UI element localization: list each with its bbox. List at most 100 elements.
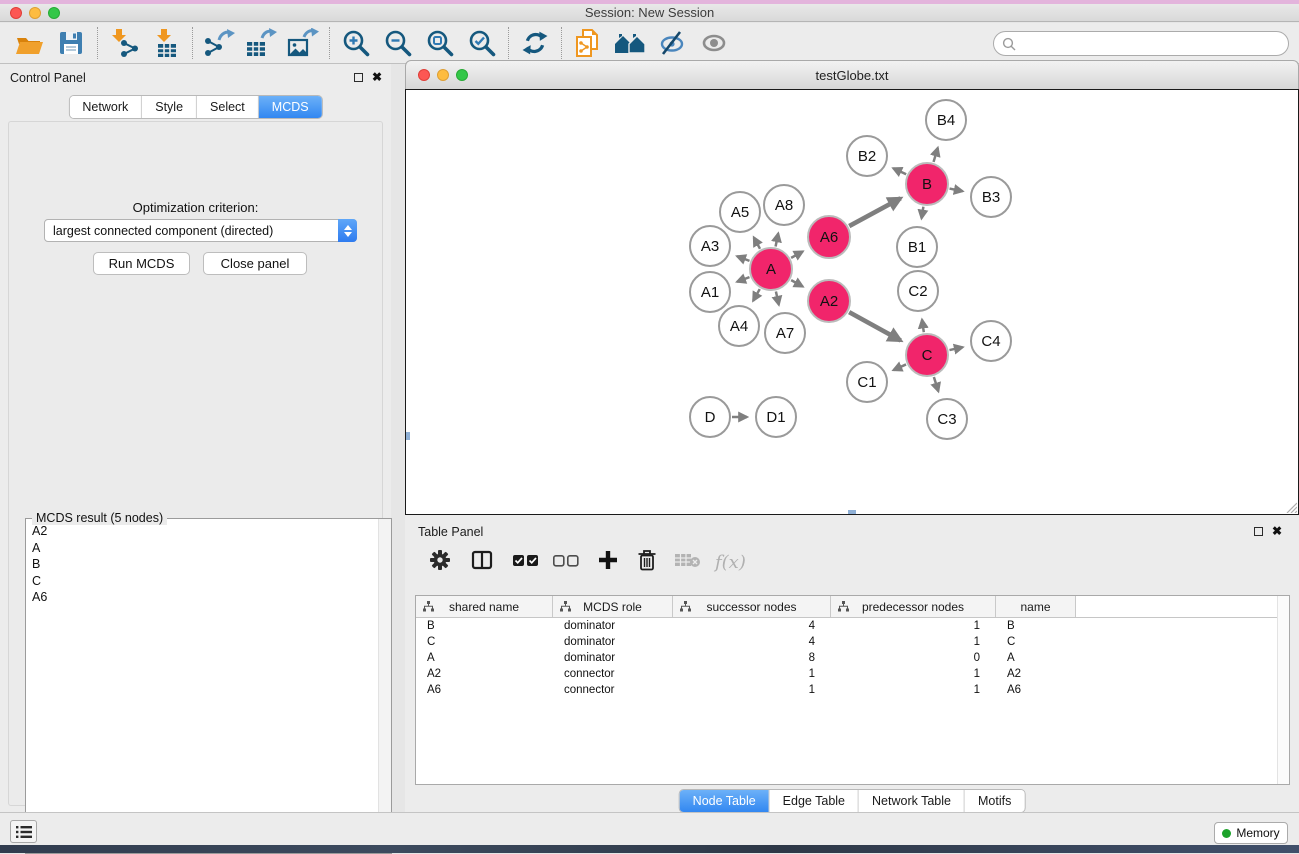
mcds-result-item[interactable]: A6 — [26, 589, 378, 606]
graph-edge-C-C4[interactable] — [949, 347, 962, 350]
import-table-button[interactable] — [145, 25, 187, 61]
function-builder-button[interactable]: f(x) — [715, 552, 746, 573]
graph-edge-C-C2[interactable] — [922, 320, 924, 333]
search-input[interactable] — [1016, 34, 1288, 54]
graph-node-A7[interactable]: A7 — [765, 313, 805, 353]
tab-network-table[interactable]: Network Table — [859, 790, 965, 812]
mcds-result-item[interactable]: C — [26, 573, 378, 590]
graph-node-B2[interactable]: B2 — [847, 136, 887, 176]
column-header-shared-name[interactable]: shared name — [416, 596, 553, 617]
graph-node-B[interactable]: B — [906, 163, 948, 205]
graph-node-A1[interactable]: A1 — [690, 272, 730, 312]
task-history-button[interactable] — [10, 820, 37, 843]
graph-node-D1[interactable]: D1 — [756, 397, 796, 437]
table-row[interactable]: A6connector11A6 — [416, 682, 1289, 698]
clone-network-button[interactable] — [567, 25, 609, 61]
tab-node-table[interactable]: Node Table — [680, 790, 770, 812]
tab-network[interactable]: Network — [69, 96, 142, 118]
tab-motifs[interactable]: Motifs — [965, 790, 1024, 812]
network-canvas[interactable]: A5A8A6 A3 A A1A4A7A2 B4 B2 B B3 B1C2 C C4 C1 C3 D D1 — [405, 89, 1299, 515]
export-network-button[interactable] — [198, 25, 240, 61]
home-button[interactable] — [609, 25, 651, 61]
float-table-panel-icon[interactable] — [1254, 527, 1263, 536]
delete-row-button[interactable] — [637, 549, 657, 576]
mcds-result-item[interactable]: A2 — [26, 523, 378, 540]
zoom-in-button[interactable] — [335, 25, 377, 61]
tab-mcds[interactable]: MCDS — [259, 96, 322, 118]
graph-edge-B-B4[interactable] — [934, 148, 938, 162]
graph-edge-A-A2[interactable] — [791, 280, 803, 286]
graph-edge-B-B3[interactable] — [950, 189, 963, 192]
graph-node-C[interactable]: C — [906, 334, 948, 376]
graph-edge-A-A4[interactable] — [753, 289, 760, 301]
graph-edge-A-A8[interactable] — [776, 233, 779, 246]
graph-edge-A-A1[interactable] — [737, 277, 749, 282]
graph-edge-A6-B[interactable] — [849, 198, 900, 226]
import-network-button[interactable] — [103, 25, 145, 61]
graph-node-A2[interactable]: A2 — [808, 280, 850, 322]
save-session-button[interactable] — [50, 25, 92, 61]
graph-edge-A2-C[interactable] — [849, 312, 901, 340]
destroy-table-button[interactable] — [675, 552, 701, 573]
graph-edge-A-A7[interactable] — [776, 291, 779, 304]
mcds-result-item[interactable]: B — [26, 556, 378, 573]
graph-edge-B-B1[interactable] — [922, 207, 924, 219]
close-panel-icon[interactable]: ✖ — [372, 70, 382, 84]
hide-view-button[interactable] — [651, 25, 693, 61]
graph-edge-A-A5[interactable] — [754, 237, 760, 248]
network-window-titlebar[interactable]: testGlobe.txt — [405, 60, 1299, 89]
tab-select[interactable]: Select — [197, 96, 259, 118]
close-panel-button[interactable]: Close panel — [203, 252, 307, 275]
graph-node-A[interactable]: A — [750, 248, 792, 290]
graph-node-A8[interactable]: A8 — [764, 185, 804, 225]
table-row[interactable]: Cdominator41C — [416, 634, 1289, 650]
graph-edge-A-A3[interactable] — [737, 256, 749, 261]
optimization-criterion-dropdown[interactable]: largest connected component (directed) — [44, 219, 357, 242]
graph-node-B4[interactable]: B4 — [926, 100, 966, 140]
column-header-name[interactable]: name — [996, 596, 1076, 617]
graph-node-A5[interactable]: A5 — [720, 192, 760, 232]
mcds-result-item[interactable]: A — [26, 540, 378, 557]
table-row[interactable]: Bdominator41B — [416, 618, 1289, 634]
graph-edge-A-A6[interactable] — [791, 251, 803, 257]
graph-edge-B-B2[interactable] — [893, 168, 906, 174]
zoom-out-button[interactable] — [377, 25, 419, 61]
graph-node-A3[interactable]: A3 — [690, 226, 730, 266]
graph-node-C4[interactable]: C4 — [971, 321, 1011, 361]
column-header-successor-nodes[interactable]: successor nodes — [673, 596, 831, 617]
zoom-selected-button[interactable] — [461, 25, 503, 61]
export-image-button[interactable] — [282, 25, 324, 61]
add-row-button[interactable] — [597, 549, 619, 576]
close-table-panel-icon[interactable]: ✖ — [1272, 524, 1282, 538]
export-table-button[interactable] — [240, 25, 282, 61]
select-all-button[interactable] — [513, 554, 539, 572]
window-resize-grip[interactable] — [1285, 501, 1297, 513]
table-scrollbar[interactable] — [1277, 596, 1289, 784]
graph-node-C3[interactable]: C3 — [927, 399, 967, 439]
graph-edge-C-C3[interactable] — [934, 377, 938, 391]
show-column-button[interactable] — [471, 550, 493, 575]
table-row[interactable]: A2connector11A2 — [416, 666, 1289, 682]
column-header-predecessor-nodes[interactable]: predecessor nodes — [831, 596, 996, 617]
table-settings-button[interactable] — [429, 549, 451, 576]
graph-node-B3[interactable]: B3 — [971, 177, 1011, 217]
refresh-button[interactable] — [514, 25, 556, 61]
mcds-list-scrollbar[interactable] — [378, 519, 391, 853]
graph-node-D[interactable]: D — [690, 397, 730, 437]
tab-style[interactable]: Style — [142, 96, 197, 118]
tab-edge-table[interactable]: Edge Table — [770, 790, 859, 812]
graph-edge-C-C1[interactable] — [893, 364, 906, 370]
graph-node-A6[interactable]: A6 — [808, 216, 850, 258]
table-row[interactable]: Adominator80A — [416, 650, 1289, 666]
graph-node-B1[interactable]: B1 — [897, 227, 937, 267]
open-session-button[interactable] — [8, 25, 50, 61]
graph-node-A4[interactable]: A4 — [719, 306, 759, 346]
memory-button[interactable]: Memory — [1214, 822, 1288, 844]
run-mcds-button[interactable]: Run MCDS — [93, 252, 190, 275]
zoom-fit-button[interactable] — [419, 25, 461, 61]
deselect-all-button[interactable] — [553, 554, 579, 572]
column-header-MCDS-role[interactable]: MCDS role — [553, 596, 673, 617]
graph-node-C1[interactable]: C1 — [847, 362, 887, 402]
graph-node-C2[interactable]: C2 — [898, 271, 938, 311]
float-panel-icon[interactable] — [354, 73, 363, 82]
